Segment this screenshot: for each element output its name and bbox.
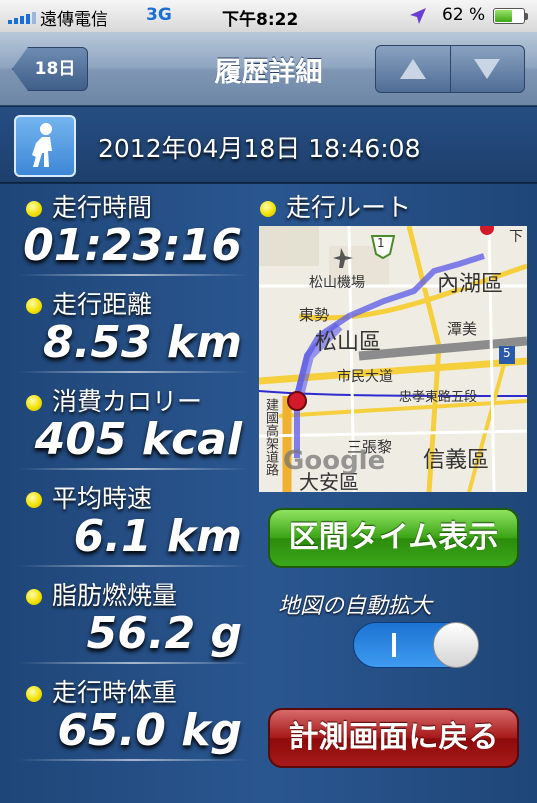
stat-value: 405 kcal [34, 414, 242, 465]
stat-value: 8.53 km [43, 317, 242, 368]
stat-value: 56.2 g [86, 608, 242, 659]
stat-value: 65.0 kg [57, 705, 242, 756]
map-label-zhongxiao: 忠孝東路五段 [399, 390, 478, 405]
map-label-tanmei: 潭美 [447, 320, 478, 338]
map-label-xinyi: 信義區 [423, 448, 490, 473]
next-record-button[interactable] [451, 46, 525, 92]
record-header: 2012年04月18日 18:46:08 [0, 107, 537, 183]
stat-label: 走行時体重 [52, 678, 178, 707]
divider [18, 371, 248, 373]
status-time: 下午8:22 [222, 10, 299, 30]
route-5-shield: 5 [503, 346, 511, 360]
stat-value: 01:23:16 [23, 220, 242, 271]
back-to-measure-button[interactable]: 計測画面に戻る [268, 708, 519, 768]
bullet-icon [26, 201, 42, 217]
walking-person-icon [14, 115, 76, 177]
divider [18, 662, 248, 664]
divider [18, 565, 248, 567]
bullet-icon [26, 589, 42, 605]
arrow-up-icon [399, 59, 426, 79]
segment-time-button[interactable]: 区間タイム表示 [268, 508, 519, 568]
bullet-icon [26, 298, 42, 314]
auto-zoom-label: 地図の自動拡大 [278, 594, 433, 619]
stat-label: 消費カロリー [52, 387, 203, 416]
bullet-icon [260, 201, 276, 217]
map-label-civic-blvd: 市民大道 [337, 369, 393, 385]
divider [18, 468, 248, 470]
battery-percent: 62 % [442, 5, 486, 25]
stat-label: 走行距離 [52, 290, 153, 319]
location-arrow-icon [408, 6, 428, 31]
previous-record-button[interactable] [376, 46, 451, 92]
bullet-icon [26, 395, 42, 411]
stat-label: 走行時間 [52, 193, 153, 222]
network-type: 3G [146, 5, 172, 25]
map-label-xia: 下 [509, 229, 523, 245]
arrow-down-icon [474, 59, 501, 79]
carrier-name: 遠傳電信 [40, 10, 108, 30]
route-map[interactable]: 1 5 下 松山機場 東勢 松山區 內湖區 潭美 市民大道 忠孝東路五段 建國高… [259, 226, 527, 492]
bullet-icon [26, 492, 42, 508]
prev-next-segmented-control [375, 45, 525, 93]
stat-label: 平均時速 [52, 484, 153, 513]
stat-value: 6.1 km [73, 511, 242, 562]
detail-panel: 走行時間 01:23:16 走行距離 8.53 km 消費カロリー 405 kc… [0, 184, 537, 803]
bullet-icon [26, 686, 42, 702]
google-logo: Google [283, 446, 386, 476]
divider [18, 759, 248, 761]
route-section-label: 走行ルート [260, 188, 411, 224]
signal-strength-icon [8, 12, 36, 24]
stat-label: 脂肪燃焼量 [52, 581, 178, 610]
status-bar: 遠傳電信 3G 下午8:22 62 % [0, 0, 537, 32]
divider [18, 274, 248, 276]
navigation-bar: 18日 履歴詳細 [0, 32, 537, 106]
map-label-airport: 松山機場 [309, 275, 365, 291]
map-label-neihu: 內湖區 [437, 272, 504, 297]
map-label-jianguo: 建國高架道路 [263, 398, 278, 476]
map-label-dongshi: 東勢 [299, 306, 330, 324]
map-label-songshan: 松山區 [315, 330, 382, 355]
route-1-shield: 1 [377, 236, 385, 250]
auto-zoom-toggle[interactable] [353, 622, 479, 668]
toggle-knob[interactable] [433, 622, 479, 668]
toggle-on-indicator [392, 633, 396, 657]
battery-icon [493, 8, 528, 24]
record-datetime: 2012年04月18日 18:46:08 [98, 134, 421, 163]
